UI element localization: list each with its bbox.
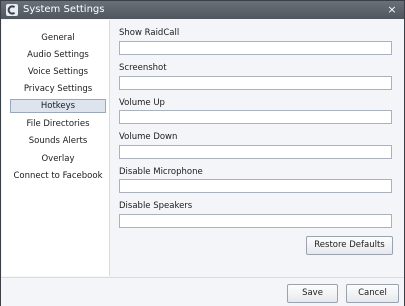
screenshot-input[interactable]: [119, 76, 392, 90]
volume-up-label: Volume Up: [119, 98, 165, 108]
save-button[interactable]: Save: [287, 284, 338, 303]
title-bar: System Settings ×: [1, 1, 404, 19]
sidebar-item-audio-settings[interactable]: Audio Settings: [10, 48, 106, 62]
show-raidcall-input[interactable]: [119, 41, 392, 55]
disable-microphone-label: Disable Microphone: [119, 167, 203, 177]
raidcall-logo-icon: [6, 4, 18, 16]
disable-microphone-input[interactable]: [119, 179, 392, 193]
sidebar-item-file-directories[interactable]: File Directories: [10, 117, 106, 131]
disable-speakers-input[interactable]: [119, 214, 392, 228]
cancel-button[interactable]: Cancel: [346, 284, 399, 303]
volume-down-input[interactable]: [119, 145, 392, 159]
settings-sidebar: General Audio Settings Voice Settings Pr…: [2, 20, 110, 276]
sidebar-item-connect-to-facebook[interactable]: Connect to Facebook: [10, 169, 106, 183]
sidebar-item-voice-settings[interactable]: Voice Settings: [10, 65, 106, 79]
show-raidcall-label: Show RaidCall: [119, 28, 180, 38]
settings-window: System Settings × General Audio Settings…: [0, 0, 405, 306]
sidebar-item-privacy-settings[interactable]: Privacy Settings: [10, 82, 106, 96]
window-title: System Settings: [23, 4, 105, 15]
sidebar-item-sounds-alerts[interactable]: Sounds Alerts: [10, 134, 106, 148]
hotkeys-panel: Show RaidCall Screenshot Volume Up Volum…: [111, 20, 404, 276]
disable-speakers-label: Disable Speakers: [119, 201, 193, 211]
volume-down-label: Volume Down: [119, 132, 178, 142]
dialog-footer: Save Cancel: [1, 277, 404, 306]
close-icon[interactable]: ×: [386, 3, 398, 17]
restore-defaults-button[interactable]: Restore Defaults: [306, 236, 393, 255]
screenshot-label: Screenshot: [119, 63, 167, 73]
sidebar-item-hotkeys[interactable]: Hotkeys: [10, 99, 106, 113]
sidebar-item-general[interactable]: General: [10, 31, 106, 45]
sidebar-item-overlay[interactable]: Overlay: [10, 152, 106, 166]
volume-up-input[interactable]: [119, 110, 392, 124]
